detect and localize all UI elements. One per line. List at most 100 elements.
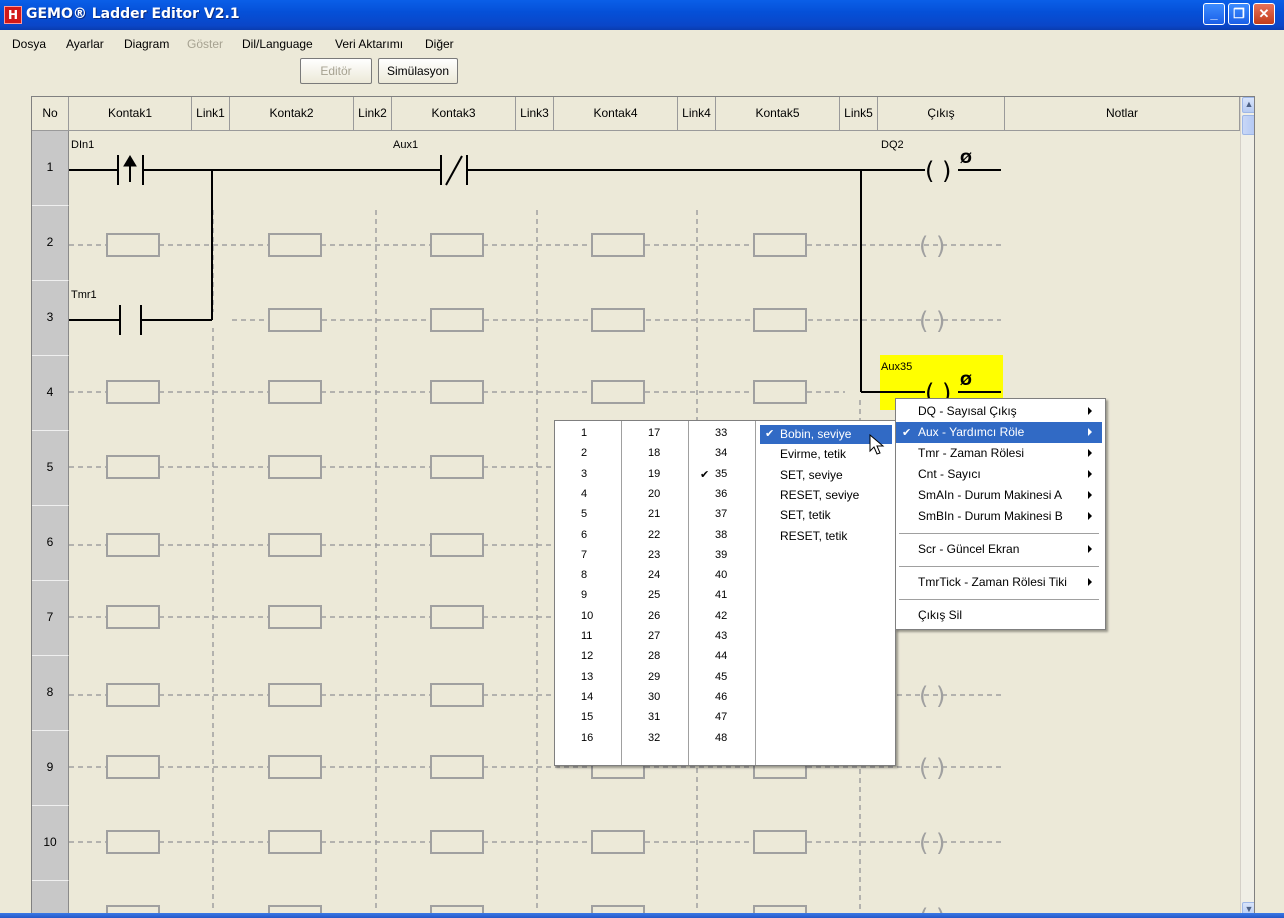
number-option[interactable]: 11: [581, 630, 592, 642]
simulation-button[interactable]: Simülasyon: [378, 58, 458, 84]
number-option[interactable]: 48: [715, 732, 727, 744]
menu-veri-aktarimi[interactable]: Veri Aktarımı: [335, 37, 403, 51]
restore-button[interactable]: ❐: [1228, 3, 1250, 25]
output-menu-label: SmBIn - Durum Makinesi B: [918, 509, 1063, 523]
number-option[interactable]: 29: [648, 671, 660, 683]
menu-goster[interactable]: Göster: [187, 37, 223, 51]
number-option[interactable]: 6: [581, 529, 587, 541]
number-option[interactable]: 32: [648, 732, 660, 744]
menu-dosya[interactable]: Dosya: [12, 37, 46, 51]
number-option[interactable]: 35: [715, 468, 727, 480]
coil-mode-option[interactable]: Bobin, seviye: [780, 427, 851, 441]
number-option[interactable]: 38: [715, 529, 727, 541]
number-option[interactable]: 22: [648, 529, 660, 541]
row-header-1[interactable]: 1: [32, 131, 69, 206]
number-option[interactable]: 37: [715, 508, 727, 520]
menu-language[interactable]: Dil/Language: [242, 37, 313, 51]
number-option[interactable]: 8: [581, 569, 587, 581]
output-menu-label: TmrTick - Zaman Rölesi Tiki: [918, 575, 1067, 589]
output-menu-item[interactable]: Cnt - Sayıcı: [896, 464, 1102, 485]
number-option[interactable]: 1: [581, 427, 587, 439]
number-option[interactable]: 34: [715, 447, 727, 459]
number-option[interactable]: 28: [648, 650, 660, 662]
number-option[interactable]: 47: [715, 711, 727, 723]
number-option[interactable]: 5: [581, 508, 587, 520]
number-option[interactable]: 18: [648, 447, 660, 459]
menu-diagram[interactable]: Diagram: [124, 37, 169, 51]
output-menu-item[interactable]: ✔ Aux - Yardımcı Röle: [896, 422, 1102, 443]
output-menu-item[interactable]: TmrTick - Zaman Rölesi Tiki: [896, 572, 1102, 593]
number-option[interactable]: 2: [581, 447, 587, 459]
output-menu-item[interactable]: SmBIn - Durum Makinesi B: [896, 506, 1102, 527]
row-header-8[interactable]: 8: [32, 656, 69, 731]
number-option[interactable]: 13: [581, 671, 593, 683]
number-option[interactable]: 42: [715, 610, 727, 622]
number-option[interactable]: 7: [581, 549, 587, 561]
coil-mode-option[interactable]: SET, seviye: [780, 468, 843, 482]
coil-mode-option[interactable]: Evirme, tetik: [780, 447, 846, 461]
output-menu-label: Cnt - Sayıcı: [918, 467, 981, 481]
output-menu-item[interactable]: DQ - Sayısal Çıkış: [896, 401, 1102, 422]
number-option[interactable]: 23: [648, 549, 660, 561]
number-picker-popup[interactable]: 1 2 3 4 5 6 7 8 9 10 11 12 13 14 15 16 17 18 19 20 21 22 23 24 2…: [554, 420, 896, 766]
row-header-3[interactable]: 3: [32, 281, 69, 356]
row-header-5[interactable]: 5: [32, 431, 69, 506]
output-menu-item[interactable]: Scr - Güncel Ekran: [896, 539, 1102, 560]
output-type-menu[interactable]: DQ - Sayısal Çıkış ✔ Aux - Yardımcı Röle Tm…: [895, 398, 1106, 630]
number-option[interactable]: 39: [715, 549, 727, 561]
number-option[interactable]: 24: [648, 569, 660, 581]
number-option[interactable]: 43: [715, 630, 727, 642]
number-option[interactable]: 30: [648, 691, 660, 703]
row-header-6[interactable]: 6: [32, 506, 69, 581]
number-option[interactable]: 45: [715, 671, 727, 683]
menu-ayarlar[interactable]: Ayarlar: [66, 37, 104, 51]
label-aux1: Aux1: [393, 139, 419, 151]
number-option[interactable]: 26: [648, 610, 660, 622]
scroll-thumb[interactable]: [1242, 115, 1254, 135]
col-header-kontak2: Kontak2: [230, 97, 354, 131]
number-option[interactable]: 36: [715, 488, 727, 500]
number-option[interactable]: 16: [581, 732, 593, 744]
number-option[interactable]: 46: [715, 691, 727, 703]
coil-mode-option[interactable]: RESET, tetik: [780, 529, 847, 543]
check-icon: ✔: [902, 427, 912, 439]
number-option[interactable]: 19: [648, 468, 660, 480]
number-option[interactable]: 25: [648, 589, 660, 601]
scroll-up-icon[interactable]: ▲: [1242, 97, 1254, 113]
number-option[interactable]: 33: [715, 427, 727, 439]
row-header-10[interactable]: 10: [32, 806, 69, 881]
number-option[interactable]: 20: [648, 488, 660, 500]
coil-mode-option[interactable]: RESET, seviye: [780, 488, 859, 502]
number-option[interactable]: 17: [648, 427, 660, 439]
number-option[interactable]: 10: [581, 610, 593, 622]
row-header-9[interactable]: 9: [32, 731, 69, 806]
number-option[interactable]: 41: [715, 589, 727, 601]
number-option[interactable]: 40: [715, 569, 727, 581]
number-option[interactable]: 21: [648, 508, 660, 520]
output-menu-item[interactable]: Tmr - Zaman Rölesi: [896, 443, 1102, 464]
editor-button[interactable]: Editör: [300, 58, 372, 84]
menu-diger[interactable]: Diğer: [425, 37, 454, 51]
number-option[interactable]: 4: [581, 488, 587, 500]
number-option[interactable]: 31: [648, 711, 660, 723]
number-option[interactable]: 3: [581, 468, 587, 480]
row-header-7[interactable]: 7: [32, 581, 69, 656]
output-menu-label: Çıkış Sil: [918, 608, 963, 622]
number-option[interactable]: 9: [581, 589, 587, 601]
col-header-kontak3: Kontak3: [392, 97, 516, 131]
number-option[interactable]: 12: [581, 650, 593, 662]
vertical-scrollbar[interactable]: ▲ ▼: [1240, 97, 1254, 917]
number-option[interactable]: 15: [581, 711, 593, 723]
coil-mode-option[interactable]: SET, tetik: [780, 508, 831, 522]
number-option[interactable]: 14: [581, 691, 593, 703]
number-option[interactable]: 27: [648, 630, 660, 642]
title-bar[interactable]: H GEMO® Ladder Editor V2.1 _ ❐ ✕: [0, 0, 1284, 30]
menu-separator: [899, 533, 1099, 535]
row-header-2[interactable]: 2: [32, 206, 69, 281]
output-menu-item[interactable]: SmAIn - Durum Makinesi A: [896, 485, 1102, 506]
number-option[interactable]: 44: [715, 650, 727, 662]
output-menu-item[interactable]: Çıkış Sil: [896, 605, 1102, 626]
close-button[interactable]: ✕: [1253, 3, 1275, 25]
row-header-4[interactable]: 4: [32, 356, 69, 431]
minimize-button[interactable]: _: [1203, 3, 1225, 25]
